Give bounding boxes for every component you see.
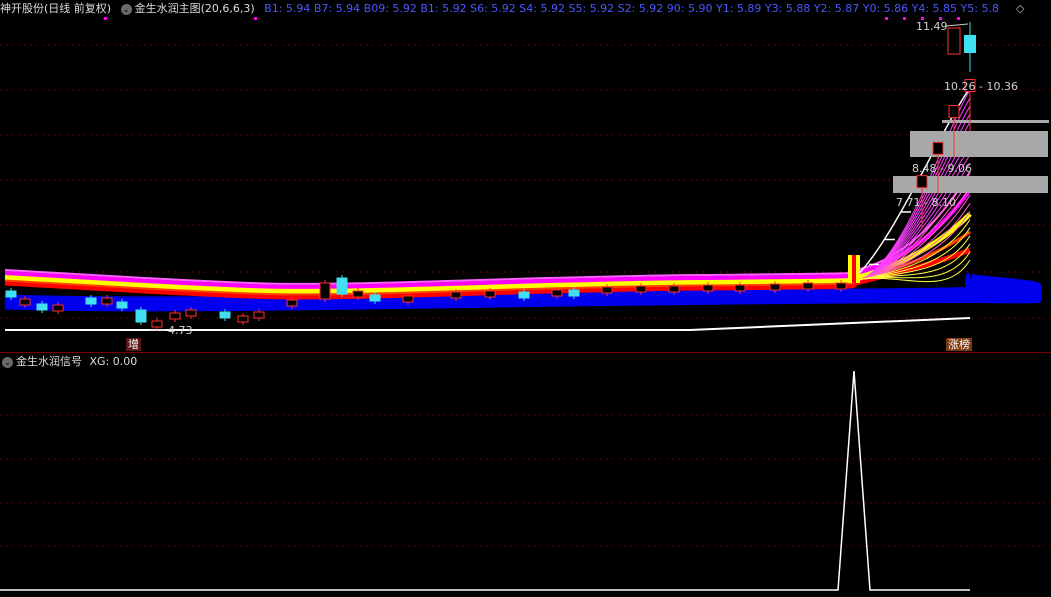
candle-body [237,315,249,323]
marker-dot [885,17,888,20]
candle-body [734,284,746,292]
candle-body [219,311,231,319]
price-low-label: 4.73 [168,324,193,337]
candle-body [36,303,48,311]
candle-body [85,297,97,305]
candle-body [450,291,462,299]
candle-body [551,289,563,297]
marker-dot [957,17,960,20]
ma-band-line [4,171,971,285]
breakout-candle-core [852,255,856,283]
zone-rect-2 [910,131,1048,157]
marker-dot [921,17,924,20]
candle-body [369,294,381,302]
candle-body [518,291,530,299]
candle-body [835,282,847,290]
price-high-label: 11.49 [916,20,948,33]
signal-chart[interactable] [0,353,1051,597]
candle-body [5,290,17,298]
candle-body [568,289,580,297]
candle-body [601,286,613,294]
candle-body [185,309,197,317]
candle-body [769,283,781,291]
marker-dot [903,17,906,20]
candle-body [101,297,113,305]
zone2-label: 8.48 - 9.06 [912,162,972,175]
xg-signal-line [0,370,970,591]
left-tag: 增 [126,338,141,351]
candle-body [635,285,647,293]
candle-body [116,301,128,309]
candle-body [19,298,31,306]
zone1-label: 10.26 - 10.36 [944,80,1018,93]
candle-body [253,311,265,319]
candle-body [948,105,960,119]
candle-body [336,277,348,295]
candle-body [702,284,714,292]
candle-body [319,282,331,300]
candle-body [135,309,147,323]
marker-dot [939,17,942,20]
marker-dot [104,17,107,20]
marker-dot [254,17,257,20]
candle-body [932,141,944,155]
zone-rect-3 [893,176,1048,193]
base-line [5,317,971,331]
candle-body [52,304,64,312]
candle-body [151,320,163,328]
price-high-arrow [945,23,969,27]
candle-body [402,295,414,303]
candle-body [668,285,680,293]
prev-candle-body [947,27,961,55]
candle-body [484,290,496,298]
candle-body [286,299,298,307]
main-chart[interactable]: 11.49 10.26 - 10.36 8.48 - 9.06 7.71 - 8.10… [0,0,1051,352]
candle-body [916,175,928,189]
candle-body [802,282,814,290]
zone3-label: 7.71 - 8.10 [896,196,956,209]
candle-body [352,290,364,298]
limit-up-tag: 涨榜 [946,338,972,351]
candle-body [169,312,181,320]
